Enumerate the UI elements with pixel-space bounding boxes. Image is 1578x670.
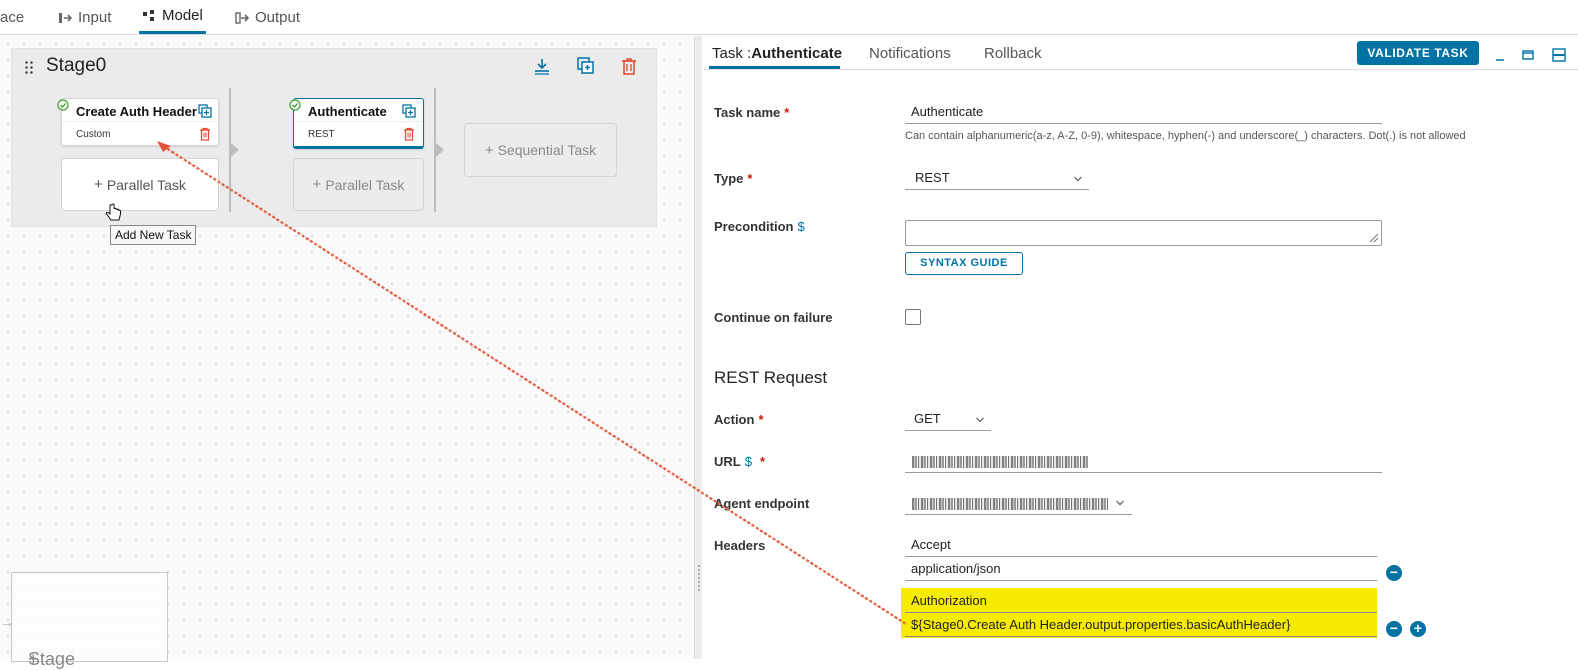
chevron-down-icon: [976, 417, 984, 423]
continue-on-failure-checkbox[interactable]: [905, 309, 921, 325]
header-value-input[interactable]: ${Stage0.Create Auth Header.output.prope…: [905, 615, 1377, 637]
success-check-icon: [57, 99, 69, 111]
lane-arrow-icon: [436, 143, 444, 157]
export-stage-icon[interactable]: [532, 56, 552, 76]
task-card-authenticate[interactable]: Authenticate REST: [289, 98, 424, 149]
task-type: Custom: [76, 129, 111, 140]
drag-handle-icon[interactable]: [24, 60, 34, 74]
duplicate-stage-icon[interactable]: [576, 56, 596, 76]
delete-stage-icon[interactable]: [619, 56, 639, 76]
panel-divider: [703, 69, 1578, 70]
continue-on-failure-label: Continue on failure: [714, 310, 833, 325]
type-select[interactable]: REST: [905, 168, 1089, 190]
tab-input[interactable]: Input: [58, 0, 111, 35]
minimize-icon[interactable]: [1493, 48, 1507, 62]
tab-rollback[interactable]: Rollback: [984, 45, 1042, 62]
required-marker: *: [758, 412, 764, 427]
precondition-label: Precondition $: [714, 219, 805, 234]
remove-header-button[interactable]: −: [1386, 565, 1402, 581]
panel-splitter[interactable]: [694, 36, 702, 659]
duplicate-task-icon[interactable]: [402, 104, 416, 118]
add-task-tooltip: Add New Task: [110, 225, 197, 245]
remove-header-button[interactable]: −: [1386, 621, 1402, 637]
redacted-url: [912, 456, 1088, 468]
task-name-hint: Can contain alphanumeric(a-z, A-Z, 0-9),…: [905, 130, 1466, 142]
add-stage-button[interactable]: + Stage: [11, 572, 168, 669]
precondition-input[interactable]: [905, 220, 1382, 246]
required-marker: *: [784, 105, 790, 120]
headers-label: Headers: [714, 538, 766, 553]
dollar-binding-icon: $: [744, 454, 752, 469]
maximize-icon[interactable]: [1552, 48, 1566, 62]
chevron-down-icon: [1116, 500, 1124, 506]
lane-arrow-icon: [231, 143, 239, 157]
dollar-binding-icon: $: [797, 219, 805, 234]
plus-icon: +: [312, 176, 322, 193]
required-marker: *: [747, 171, 753, 186]
card-divider: [62, 121, 218, 122]
header-value-input[interactable]: application/json: [905, 559, 1377, 581]
required-marker: *: [759, 454, 766, 469]
resize-grip-icon[interactable]: [1369, 233, 1379, 243]
agent-endpoint-label: Agent endpoint: [714, 496, 810, 511]
success-check-icon: [289, 99, 301, 111]
header-key-input[interactable]: Accept: [905, 535, 1377, 557]
chevron-down-icon: [1074, 176, 1082, 182]
plus-icon: +: [484, 141, 494, 159]
rest-request-heading: REST Request: [714, 368, 828, 387]
task-type: REST: [308, 129, 335, 140]
plus-icon: +: [94, 176, 103, 193]
top-tab-bar: ace Input Model Output: [0, 0, 1578, 35]
input-icon: [59, 12, 72, 23]
output-icon: [235, 11, 249, 24]
task-name: Authenticate: [308, 104, 387, 119]
redacted-agent-endpoint: [912, 498, 1108, 510]
card-divider: [294, 121, 423, 122]
url-label: URL $ *: [714, 454, 766, 469]
header-key-input[interactable]: Authorization: [905, 591, 1377, 613]
hand-cursor-icon: [105, 203, 121, 221]
add-parallel-task-button[interactable]: + Parallel Task: [293, 158, 424, 211]
task-card-create-auth-header[interactable]: Create Auth Header Custom: [57, 98, 219, 146]
syntax-guide-button[interactable]: SYNTAX GUIDE: [905, 252, 1023, 275]
restore-icon[interactable]: [1521, 48, 1535, 62]
splitter-grip-icon[interactable]: [697, 564, 701, 592]
delete-task-icon[interactable]: [198, 127, 212, 141]
tab-workspace[interactable]: ace: [0, 0, 24, 35]
tab-output[interactable]: Output: [235, 0, 300, 35]
tab-task[interactable]: Task :Authenticate: [712, 45, 842, 62]
delete-task-icon[interactable]: [402, 127, 416, 141]
tab-notifications[interactable]: Notifications: [869, 45, 951, 62]
validate-task-button[interactable]: VALIDATE TASK: [1357, 41, 1479, 65]
add-header-button[interactable]: +: [1410, 621, 1426, 637]
task-name-input[interactable]: Authenticate: [905, 102, 1382, 124]
stage-connector-arrow-icon: →: [0, 614, 14, 630]
stage-title: Stage0: [46, 55, 107, 76]
type-label: Type *: [714, 171, 753, 186]
model-icon: [143, 9, 154, 21]
add-parallel-task-button[interactable]: + Parallel Task: [61, 158, 219, 211]
action-label: Action *: [714, 412, 764, 427]
add-sequential-task-button[interactable]: + Sequential Task: [464, 123, 617, 177]
task-name: Create Auth Header: [76, 104, 197, 119]
task-name-label: Task name *: [714, 105, 790, 120]
tab-model[interactable]: Model: [139, 0, 206, 34]
duplicate-task-icon[interactable]: [198, 104, 212, 118]
